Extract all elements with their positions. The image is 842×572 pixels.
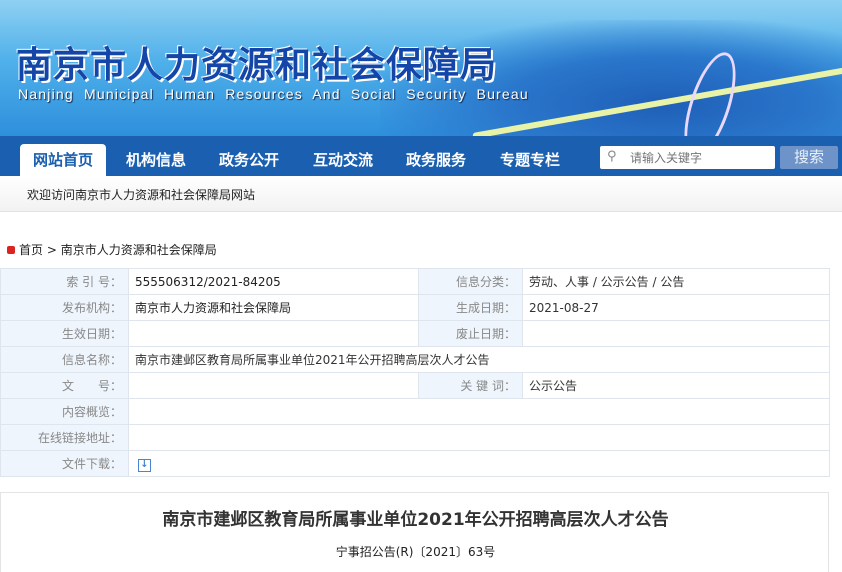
info-table: 索 引 号： 555506312/2021-84205 信息分类： 劳动、人事 / 公… — [0, 268, 830, 477]
category-value: 劳动、人事 / 公示公告 / 公告 — [522, 268, 830, 295]
article-number: 宁事招公告(R)〔2021〕63号 — [335, 545, 496, 559]
keywords-value: 公示公告 — [522, 372, 830, 399]
nav-organization[interactable]: 机构信息 — [113, 144, 199, 176]
nav-government-affairs[interactable]: 政务公开 — [206, 144, 292, 176]
search-box: ⚲ — [600, 146, 775, 169]
search-button[interactable]: 搜索 — [780, 146, 838, 169]
download-label: 文件下载： — [0, 450, 129, 477]
effective-value — [128, 320, 419, 347]
name-label: 信息名称： — [0, 346, 129, 373]
index-label: 索 引 号： — [0, 268, 129, 295]
table-row: 生效日期： 废止日期： — [0, 320, 830, 347]
breadcrumb-home[interactable]: 首页 — [19, 243, 43, 257]
table-row: 索 引 号： 555506312/2021-84205 信息分类： 劳动、人事 / 公… — [0, 268, 830, 295]
summary-value — [128, 398, 830, 425]
site-title: 南京市人力资源和社会保障局 — [16, 44, 498, 86]
table-row: 文件下载： ↓ — [0, 450, 830, 477]
welcome-text: 欢迎访问南京市人力资源和社会保障局网站 — [27, 188, 256, 202]
table-row: 内容概览： — [0, 398, 830, 425]
category-label: 信息分类： — [418, 268, 523, 295]
index-value: 555506312/2021-84205 — [128, 268, 419, 295]
site-subtitle: Nanjing Municipal Human Resources And So… — [18, 86, 529, 102]
created-label: 生成日期： — [418, 294, 523, 321]
welcome-bar: 欢迎访问南京市人力资源和社会保障局网站 — [0, 176, 842, 212]
table-row: 在线链接地址： — [0, 424, 830, 451]
table-row: 信息名称： 南京市建邺区教育局所属事业单位2021年公开招聘高层次人才公告 — [0, 346, 830, 373]
header-banner: 南京市人力资源和社会保障局 Nanjing Municipal Human Re… — [0, 0, 842, 136]
keywords-label: 关 键 词： — [418, 372, 523, 399]
nav-home[interactable]: 网站首页 — [20, 144, 106, 176]
download-icon[interactable]: ↓ — [138, 458, 151, 472]
link-label: 在线链接地址： — [0, 424, 129, 451]
created-value: 2021-08-27 — [522, 294, 830, 321]
nav-services[interactable]: 政务服务 — [393, 144, 479, 176]
table-row: 发布机构： 南京市人力资源和社会保障局 生成日期： 2021-08-27 — [0, 294, 830, 321]
expire-value — [522, 320, 830, 347]
search-icon: ⚲ — [607, 149, 617, 164]
docno-value — [128, 372, 419, 399]
article: 南京市建邺区教育局所属事业单位2021年公开招聘高层次人才公告 宁事招公告(R)… — [0, 492, 829, 572]
summary-label: 内容概览： — [0, 398, 129, 425]
search-input[interactable] — [630, 148, 770, 167]
download-cell: ↓ — [128, 450, 830, 477]
location-icon — [7, 246, 15, 254]
docno-label: 文 号： — [0, 372, 129, 399]
link-value — [128, 424, 830, 451]
expire-label: 废止日期： — [418, 320, 523, 347]
publisher-value: 南京市人力资源和社会保障局 — [128, 294, 419, 321]
breadcrumb-current[interactable]: 南京市人力资源和社会保障局 — [61, 243, 217, 257]
effective-label: 生效日期： — [0, 320, 129, 347]
breadcrumb-separator: > — [46, 243, 57, 257]
nav-topics[interactable]: 专题专栏 — [487, 144, 573, 176]
name-value: 南京市建邺区教育局所属事业单位2021年公开招聘高层次人才公告 — [128, 346, 830, 373]
publisher-label: 发布机构： — [0, 294, 129, 321]
breadcrumb: 首页 > 南京市人力资源和社会保障局 — [7, 241, 217, 258]
table-row: 文 号： 关 键 词： 公示公告 — [0, 372, 830, 399]
nav-interaction[interactable]: 互动交流 — [300, 144, 386, 176]
main-nav: 网站首页 机构信息 政务公开 互动交流 政务服务 专题专栏 ⚲ 搜索 — [0, 136, 842, 176]
article-title: 南京市建邺区教育局所属事业单位2021年公开招聘高层次人才公告 — [162, 510, 669, 530]
